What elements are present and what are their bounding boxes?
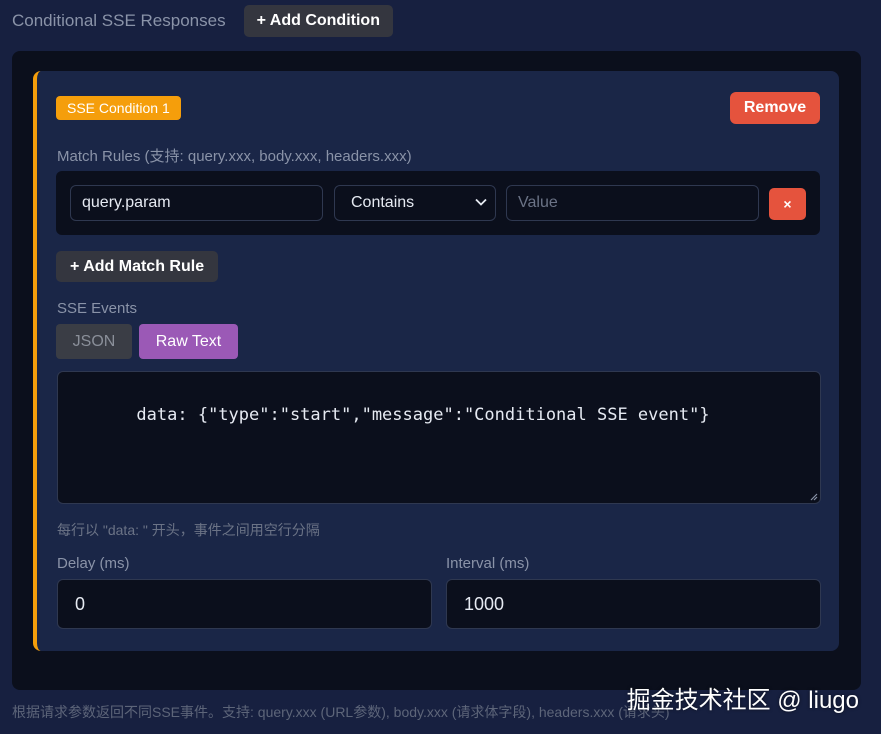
rule-operator-value: Contains: [351, 194, 415, 211]
section-title: Conditional SSE Responses: [12, 11, 226, 30]
tab-json[interactable]: JSON: [56, 324, 132, 359]
match-rule-row: query.param Contains Value ×: [56, 171, 820, 235]
sse-events-text: data: {"type":"start","message":"Conditi…: [136, 405, 710, 425]
help-footnote: 根据请求参数返回不同SSE事件。支持: query.xxx (URL参数), b…: [12, 704, 670, 720]
rule-field-input[interactable]: query.param: [70, 185, 323, 221]
close-icon: ×: [783, 196, 792, 212]
sse-events-textarea[interactable]: data: {"type":"start","message":"Conditi…: [57, 371, 821, 504]
add-condition-button[interactable]: + Add Condition: [243, 5, 393, 37]
condition-card: SSE Condition 1 Remove Match Rules (支持: …: [33, 71, 839, 651]
match-rules-label: Match Rules (支持: query.xxx, body.xxx, he…: [57, 148, 412, 165]
chevron-down-icon: [475, 198, 487, 206]
sse-events-label: SSE Events: [57, 300, 138, 317]
rule-value-input[interactable]: Value: [506, 185, 759, 221]
add-match-rule-button[interactable]: + Add Match Rule: [56, 251, 219, 282]
resize-handle-icon[interactable]: [809, 492, 818, 501]
conditions-container: SSE Condition 1 Remove Match Rules (支持: …: [12, 51, 861, 690]
delete-rule-button[interactable]: ×: [769, 188, 806, 220]
condition-badge: SSE Condition 1: [56, 96, 181, 120]
section-header: Conditional SSE Responses + Add Conditio…: [12, 5, 393, 37]
remove-condition-button[interactable]: Remove: [730, 92, 820, 124]
watermark: 掘金技术社区 @ liugo: [626, 687, 859, 714]
delay-label: Delay (ms): [57, 555, 130, 572]
rule-operator-select[interactable]: Contains: [334, 185, 496, 221]
tab-raw-text[interactable]: Raw Text: [139, 324, 238, 359]
interval-input[interactable]: 1000: [446, 579, 821, 629]
events-format-hint: 每行以 "data: " 开头，事件之间用空行分隔: [57, 522, 320, 538]
delay-input[interactable]: 0: [57, 579, 432, 629]
interval-label: Interval (ms): [446, 555, 530, 572]
